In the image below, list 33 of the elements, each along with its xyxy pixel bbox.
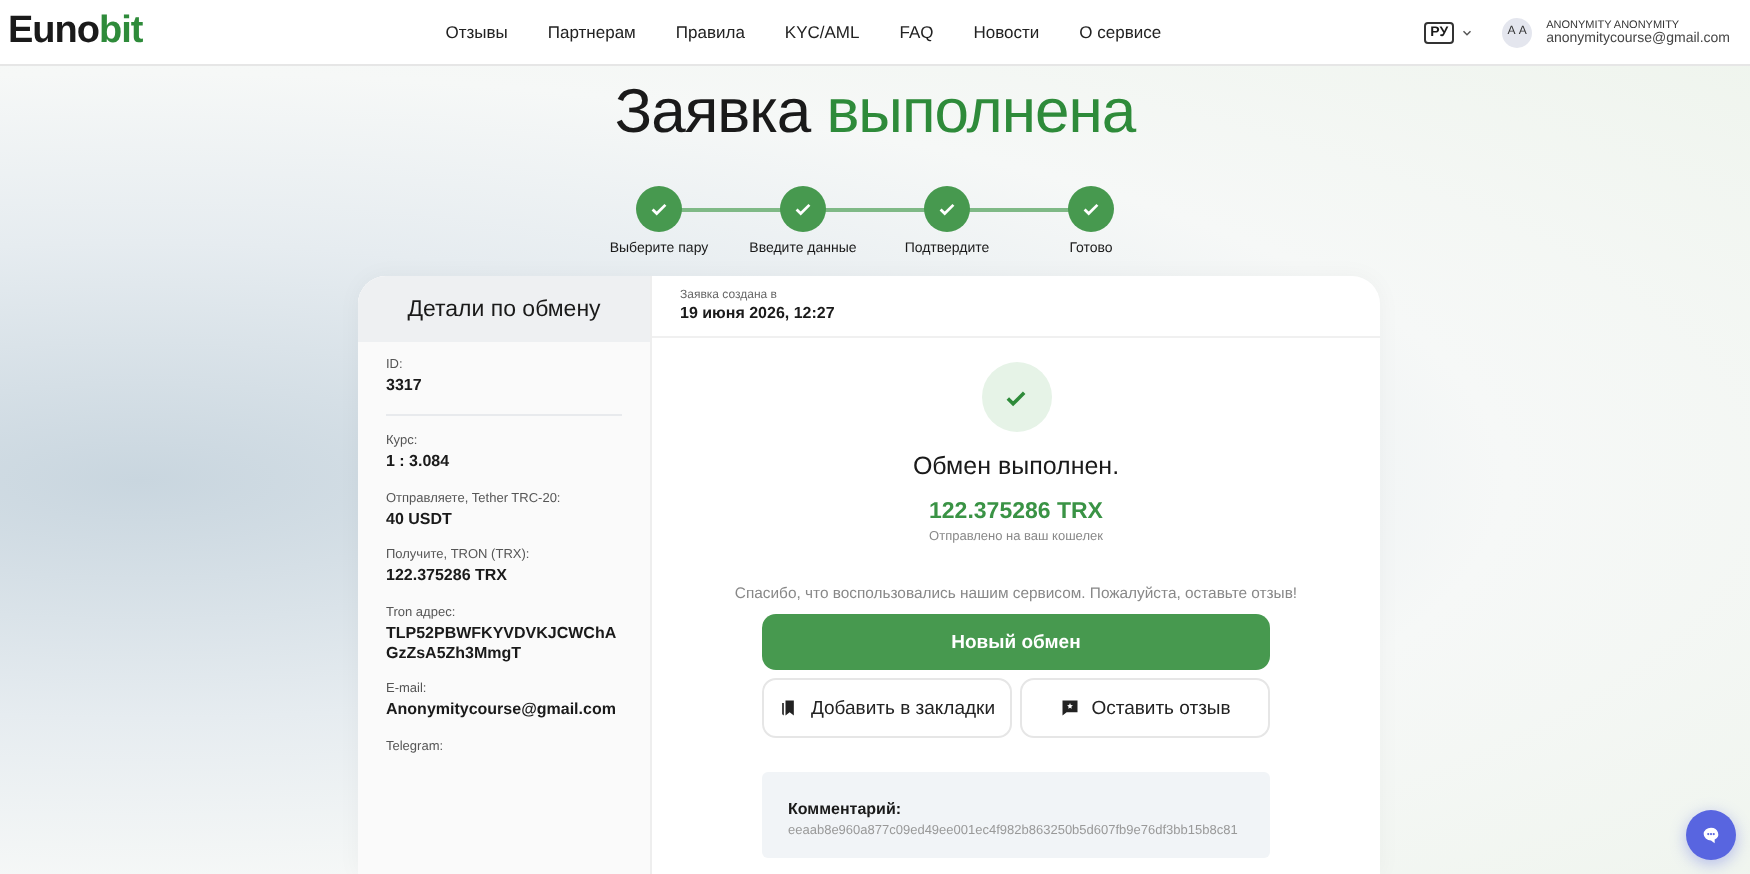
nav-link[interactable]: О сервисе xyxy=(1079,22,1162,42)
field-value: Anonymitycourse@gmail.com xyxy=(386,700,618,722)
chevron-icon xyxy=(1460,25,1475,39)
nav-link[interactable]: Партнерам xyxy=(547,22,636,42)
panel-header: Детали по обмену xyxy=(358,276,650,342)
new-exchange-button[interactable]: Новый обмен xyxy=(762,614,1270,670)
page-title: Заявка выполнена xyxy=(614,76,1136,150)
nav-link[interactable]: KYC/AML xyxy=(784,22,860,42)
field-value: 3317 xyxy=(386,376,424,397)
check-icon xyxy=(936,198,958,220)
check-icon xyxy=(1080,198,1102,220)
field-value: 1 : 3.084 xyxy=(386,452,452,474)
amount-text: 122.375286 TRX xyxy=(929,500,1103,524)
comment-label: Комментарий: xyxy=(788,800,904,818)
nav-link[interactable]: Новости xyxy=(973,22,1040,42)
nav-link[interactable]: Отзывы xyxy=(445,22,508,42)
field-value: 122.375286 TRX xyxy=(386,566,509,588)
chat-icon xyxy=(1700,824,1722,846)
field-value: TLP52PBWFKYVDVKJCWChAGzZsA5Zh3MmgT xyxy=(386,623,619,665)
logo[interactable]: Eunobit xyxy=(8,10,143,54)
check-icon xyxy=(792,198,814,220)
bookmark-icon xyxy=(778,698,799,718)
chat-button[interactable] xyxy=(1686,810,1736,860)
field-value: 40 USDT xyxy=(386,509,454,531)
bookmark-button[interactable]: Добавить в закладки xyxy=(762,678,1012,738)
comment-icon xyxy=(1059,698,1080,718)
review-button[interactable]: Оставить отзыв xyxy=(1020,678,1270,738)
created-date: 19 июня 2026, 12:27 xyxy=(680,304,837,322)
status-text: Обмен выполнен. xyxy=(912,452,1120,480)
nav-link[interactable]: FAQ xyxy=(899,22,934,42)
success-icon xyxy=(981,362,1051,432)
nav-link[interactable]: Правила xyxy=(675,22,745,42)
check-icon xyxy=(648,198,670,220)
